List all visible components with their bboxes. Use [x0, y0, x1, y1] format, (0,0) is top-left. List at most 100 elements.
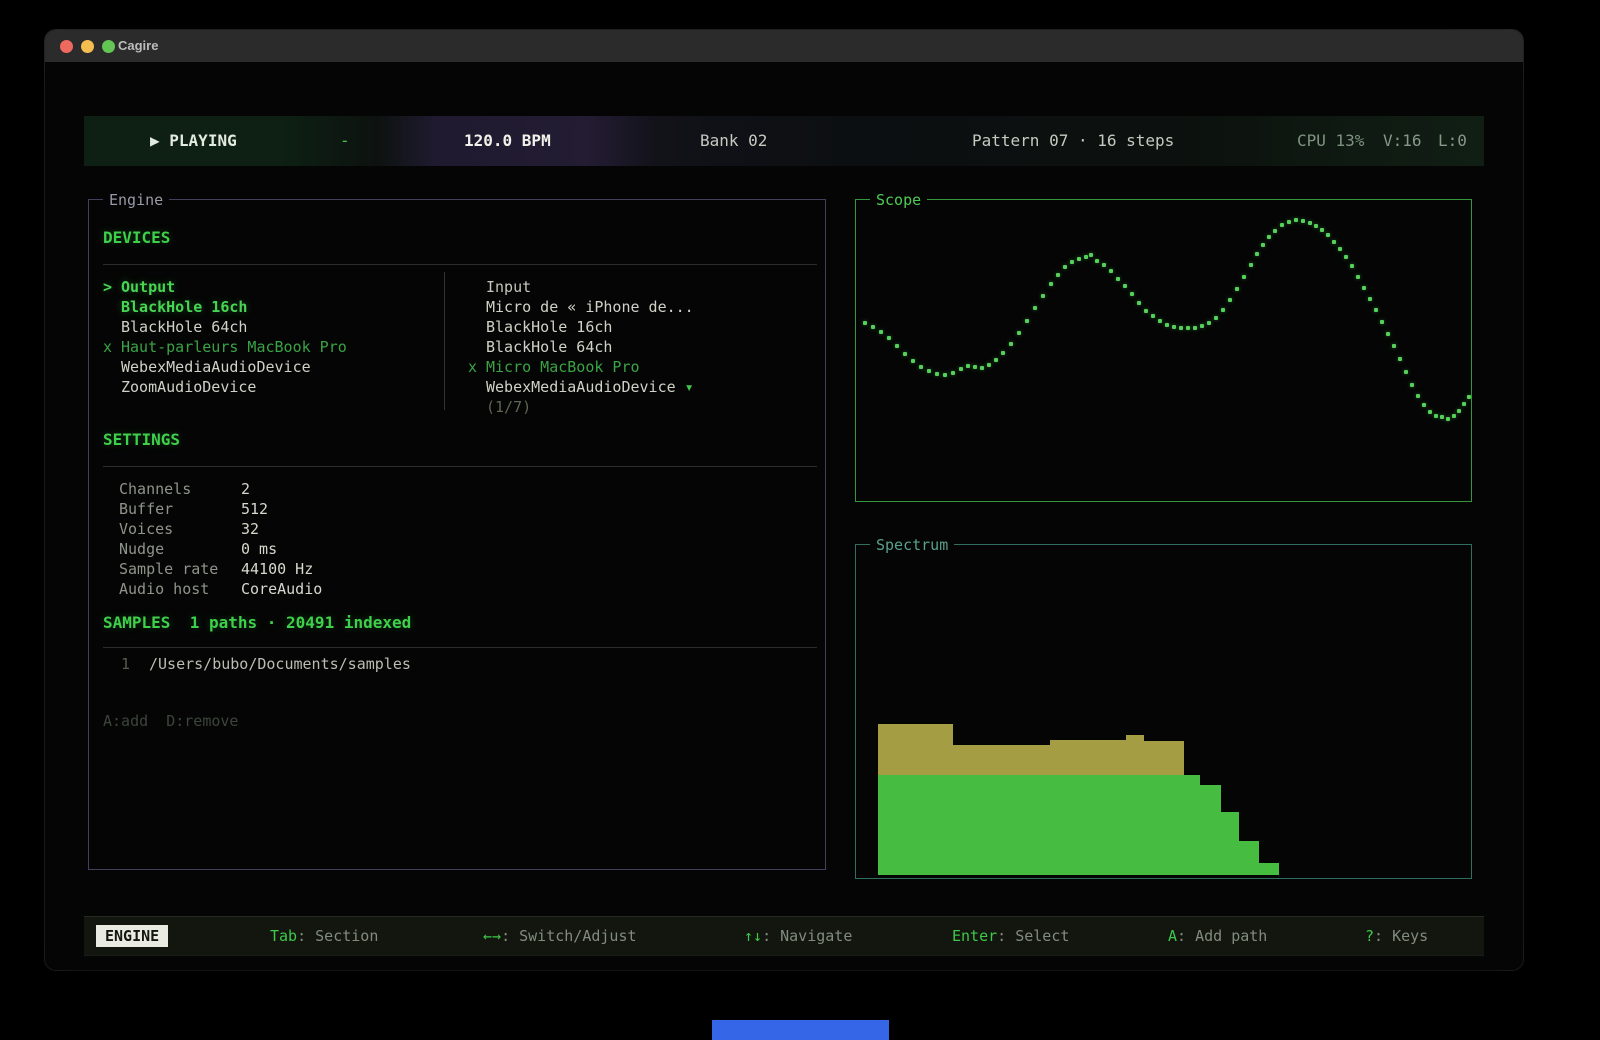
- setting-label: Sample rate: [119, 559, 218, 579]
- scope-dot: [1404, 370, 1408, 374]
- settings-separator: [103, 466, 817, 467]
- input-device-item[interactable]: BlackHole 64ch: [89, 337, 827, 357]
- scope-dot: [1452, 414, 1456, 418]
- setting-value[interactable]: 2: [241, 479, 250, 499]
- transport-status[interactable]: ▶ PLAYING: [150, 116, 237, 166]
- scope-dot: [1326, 233, 1330, 237]
- input-device-item[interactable]: xMicro MacBook Pro: [89, 357, 827, 377]
- scope-dot: [1416, 394, 1420, 398]
- scope-dot: [994, 358, 998, 362]
- scope-dot: [1249, 263, 1253, 267]
- hint-switch-adjust: ←→: Switch/Adjust: [483, 917, 637, 955]
- scope-dot: [1200, 324, 1204, 328]
- input-device-page-indicator: (1/7): [486, 397, 531, 417]
- sample-path[interactable]: /Users/bubo/Documents/samples: [149, 654, 411, 674]
- scope-dot: [959, 367, 963, 371]
- setting-value[interactable]: 0 ms: [241, 539, 277, 559]
- scope-dot: [1294, 218, 1298, 222]
- scope-dot: [1084, 255, 1088, 259]
- zoom-window-icon[interactable]: [102, 40, 115, 53]
- section-mode-badge[interactable]: ENGINE: [96, 925, 168, 947]
- scope-dot: [1410, 383, 1414, 387]
- scope-dot: [1392, 344, 1396, 348]
- scope-dot: [1179, 326, 1183, 330]
- app-window: Cagire ▶ PLAYING - 120.0 BPM Bank 02 Pat…: [45, 30, 1523, 970]
- sample-path-index: 1: [121, 654, 130, 674]
- scope-dot: [895, 344, 899, 348]
- devices-heading: DEVICES: [103, 228, 170, 247]
- scope-dot: [1041, 294, 1045, 298]
- input-device-item[interactable]: Input: [89, 277, 827, 297]
- input-device-item[interactable]: Micro de « iPhone de...: [89, 297, 827, 317]
- scope-dot: [1151, 314, 1155, 318]
- spectrum-level-segment: [1221, 812, 1239, 875]
- scope-dot: [987, 363, 991, 367]
- scope-dot: [1301, 219, 1305, 223]
- scope-dot: [1338, 247, 1342, 251]
- scope-dot: [980, 366, 984, 370]
- scope-dot: [1033, 306, 1037, 310]
- scope-dot: [966, 364, 970, 368]
- scope-dot: [943, 373, 947, 377]
- scope-dot: [871, 325, 875, 329]
- scope-waveform: [856, 200, 1471, 501]
- input-device-item[interactable]: WebexMediaAudioDevice ▾: [89, 377, 827, 397]
- minimize-window-icon[interactable]: [81, 40, 94, 53]
- hint-key: ↑↓: [744, 927, 762, 945]
- transport-bar: ▶ PLAYING - 120.0 BPM Bank 02 Pattern 07…: [84, 116, 1484, 166]
- engine-panel: Engine DEVICES >OutputBlackHole 16chBlac…: [88, 199, 826, 870]
- scope-dot: [1193, 326, 1197, 330]
- scope-dot: [1457, 409, 1461, 413]
- scope-dot: [1242, 275, 1246, 279]
- window-title: Cagire: [118, 38, 158, 53]
- setting-value[interactable]: CoreAudio: [241, 579, 322, 599]
- scope-dot: [1089, 253, 1093, 257]
- bpm-value[interactable]: 120.0 BPM: [464, 116, 551, 166]
- dropdown-arrow-icon: ▾: [676, 378, 694, 396]
- hint-key: ?: [1365, 927, 1374, 945]
- bank-indicator[interactable]: Bank 02: [700, 116, 767, 166]
- spectrum-level-segment: [1200, 785, 1221, 875]
- transport-status-label: PLAYING: [169, 131, 236, 150]
- setting-value[interactable]: 512: [241, 499, 268, 519]
- scope-dot: [1123, 284, 1127, 288]
- scope-dot: [1130, 292, 1134, 296]
- scope-dot: [1137, 301, 1141, 305]
- scope-dot: [1440, 415, 1444, 419]
- scope-dot: [973, 365, 977, 369]
- scope-dot: [911, 359, 915, 363]
- scope-dot: [1077, 257, 1081, 261]
- play-icon: ▶: [150, 131, 160, 150]
- scope-dot: [1116, 277, 1120, 281]
- scope-dot: [1063, 265, 1067, 269]
- setting-value[interactable]: 32: [241, 519, 259, 539]
- pattern-indicator[interactable]: Pattern 07 · 16 steps: [972, 116, 1174, 166]
- spectrum-level-segment: [1259, 863, 1279, 875]
- scope-dot: [1280, 223, 1284, 227]
- scope-dot: [1255, 252, 1259, 256]
- scope-dot: [1144, 309, 1148, 313]
- scope-dot: [1009, 342, 1013, 346]
- setting-label: Voices: [119, 519, 173, 539]
- scope-dot: [1332, 240, 1336, 244]
- scope-dot: [1350, 264, 1354, 268]
- input-device-label: WebexMediaAudioDevice ▾: [486, 377, 694, 397]
- scope-dot: [1467, 395, 1471, 399]
- input-device-item[interactable]: BlackHole 16ch: [89, 317, 827, 337]
- scope-dot: [1214, 316, 1218, 320]
- spectrum-peak-hold-segment: [953, 745, 1050, 775]
- scope-dot: [927, 369, 931, 373]
- scope-dot: [1001, 351, 1005, 355]
- spectrum-level-segment: [1239, 841, 1259, 875]
- scope-dot: [1398, 357, 1402, 361]
- scope-dot: [1428, 410, 1432, 414]
- scope-dot: [1308, 221, 1312, 225]
- scope-dot: [1374, 308, 1378, 312]
- engine-panel-title: Engine: [103, 190, 169, 210]
- setting-label: Channels: [119, 479, 191, 499]
- spectrum-peak-hold-segment: [1144, 741, 1184, 775]
- setting-value[interactable]: 44100 Hz: [241, 559, 313, 579]
- close-window-icon[interactable]: [60, 40, 73, 53]
- scope-dot: [1228, 298, 1232, 302]
- scope-dot: [1261, 243, 1265, 247]
